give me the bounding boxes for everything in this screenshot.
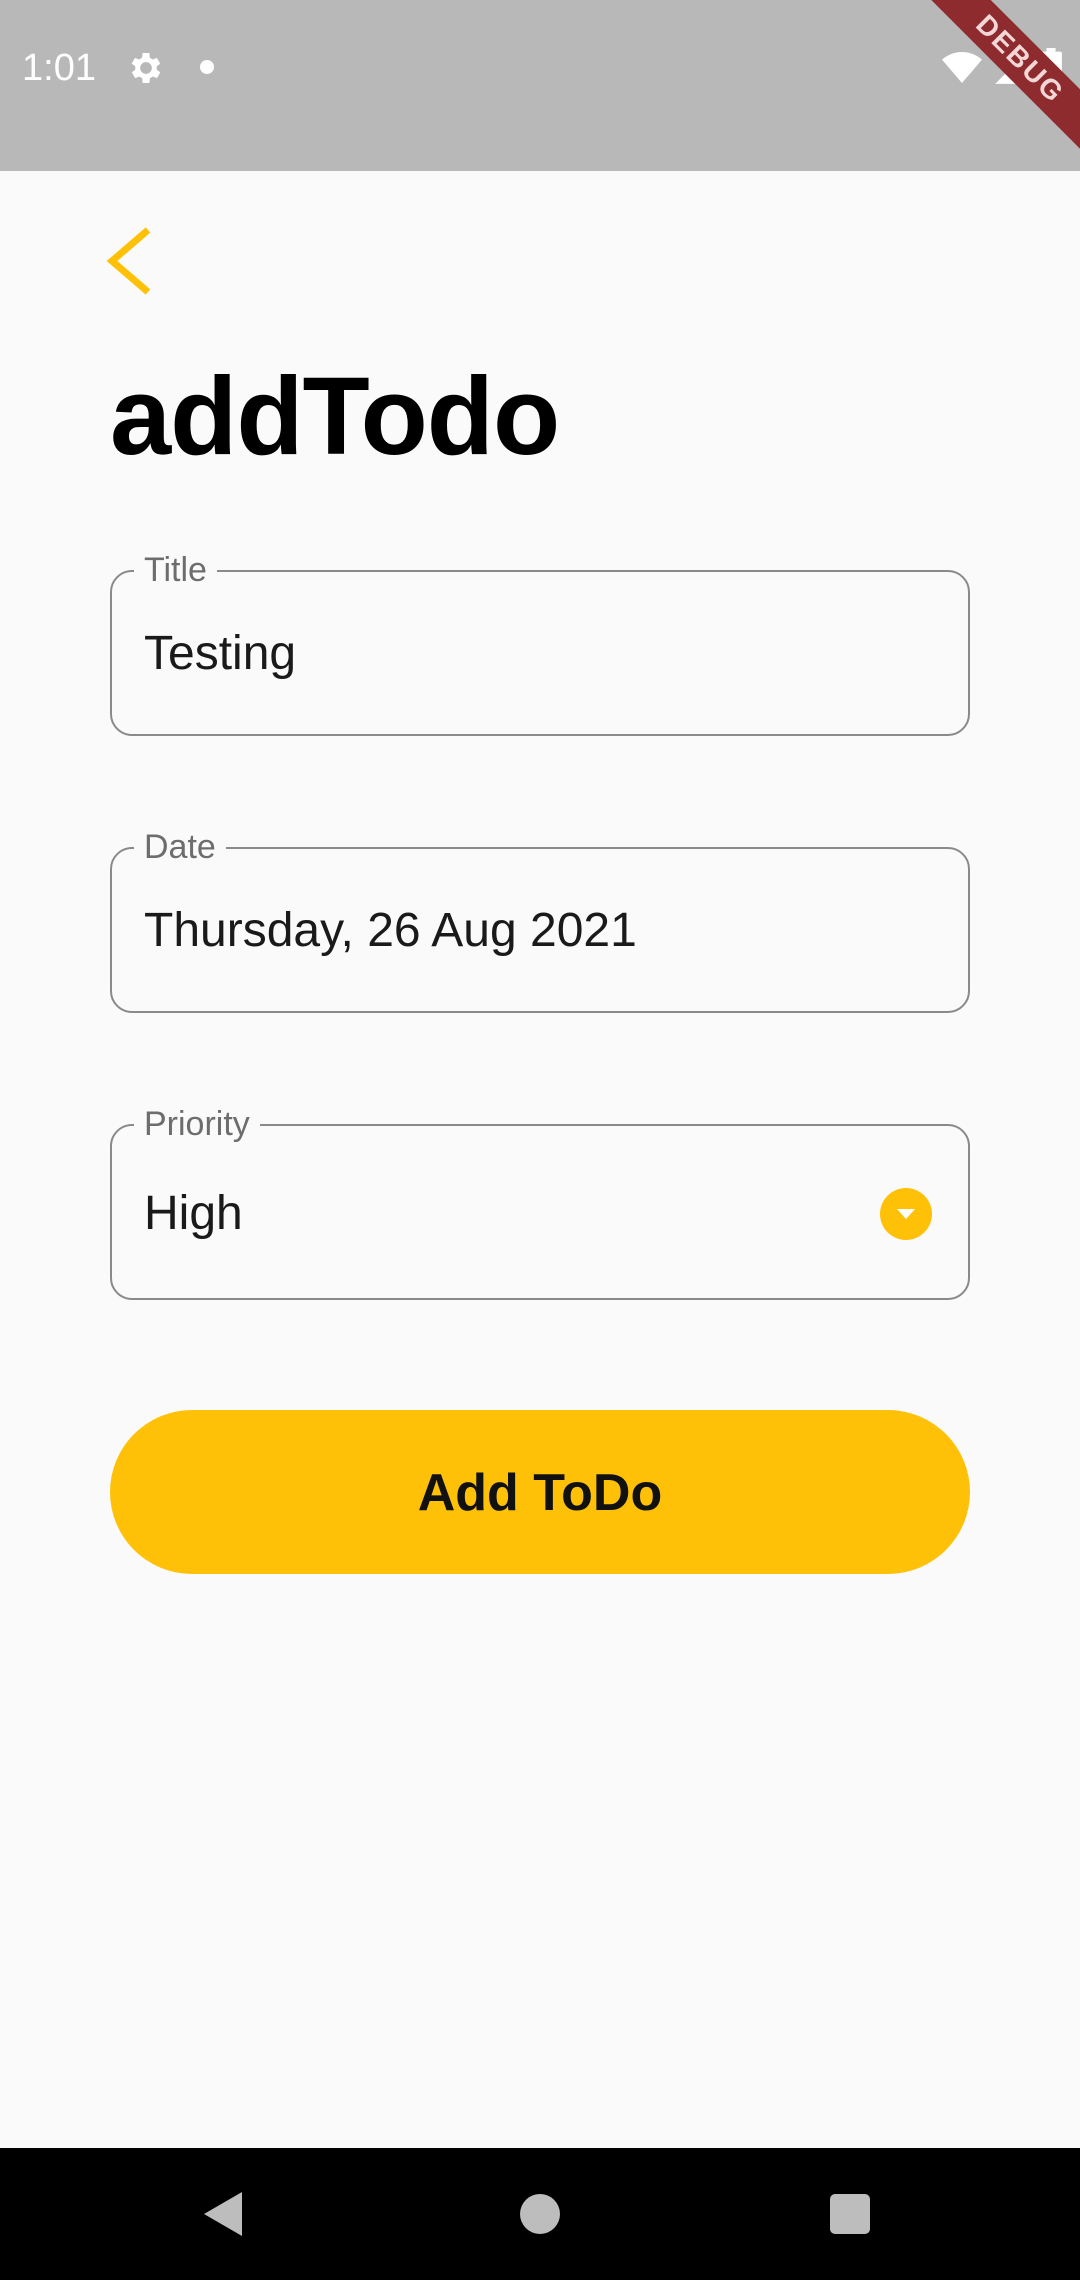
date-field-value[interactable]: Thursday, 26 Aug 2021: [144, 901, 637, 961]
gear-icon: [131, 53, 161, 83]
dropdown-arrow-icon[interactable]: [880, 1188, 932, 1240]
screen: 1:01 DEBUG addTodo Title Testing Date Th…: [0, 0, 1080, 2280]
priority-selected-value[interactable]: High: [144, 1184, 243, 1244]
page-title: addTodo: [110, 355, 560, 478]
nav-back-icon[interactable]: [204, 2192, 242, 2236]
navigation-bar: [0, 2148, 1080, 2280]
wifi-icon: [942, 52, 982, 83]
add-todo-button[interactable]: Add ToDo: [110, 1410, 970, 1574]
chevron-left-icon[interactable]: [96, 218, 168, 304]
nav-recents-icon[interactable]: [830, 2194, 870, 2234]
title-field[interactable]: Title Testing: [110, 550, 970, 736]
date-field-label: Date: [134, 827, 226, 867]
status-bar: 1:01 DEBUG: [0, 0, 1080, 171]
status-time: 1:01: [22, 47, 96, 89]
nav-home-icon[interactable]: [520, 2194, 560, 2234]
priority-dropdown[interactable]: Priority High: [110, 1104, 970, 1300]
title-field-value[interactable]: Testing: [144, 624, 296, 684]
priority-field-label: Priority: [134, 1104, 260, 1144]
date-field[interactable]: Date Thursday, 26 Aug 2021: [110, 827, 970, 1013]
title-field-label: Title: [134, 550, 217, 590]
notification-dot-icon: [200, 60, 214, 74]
